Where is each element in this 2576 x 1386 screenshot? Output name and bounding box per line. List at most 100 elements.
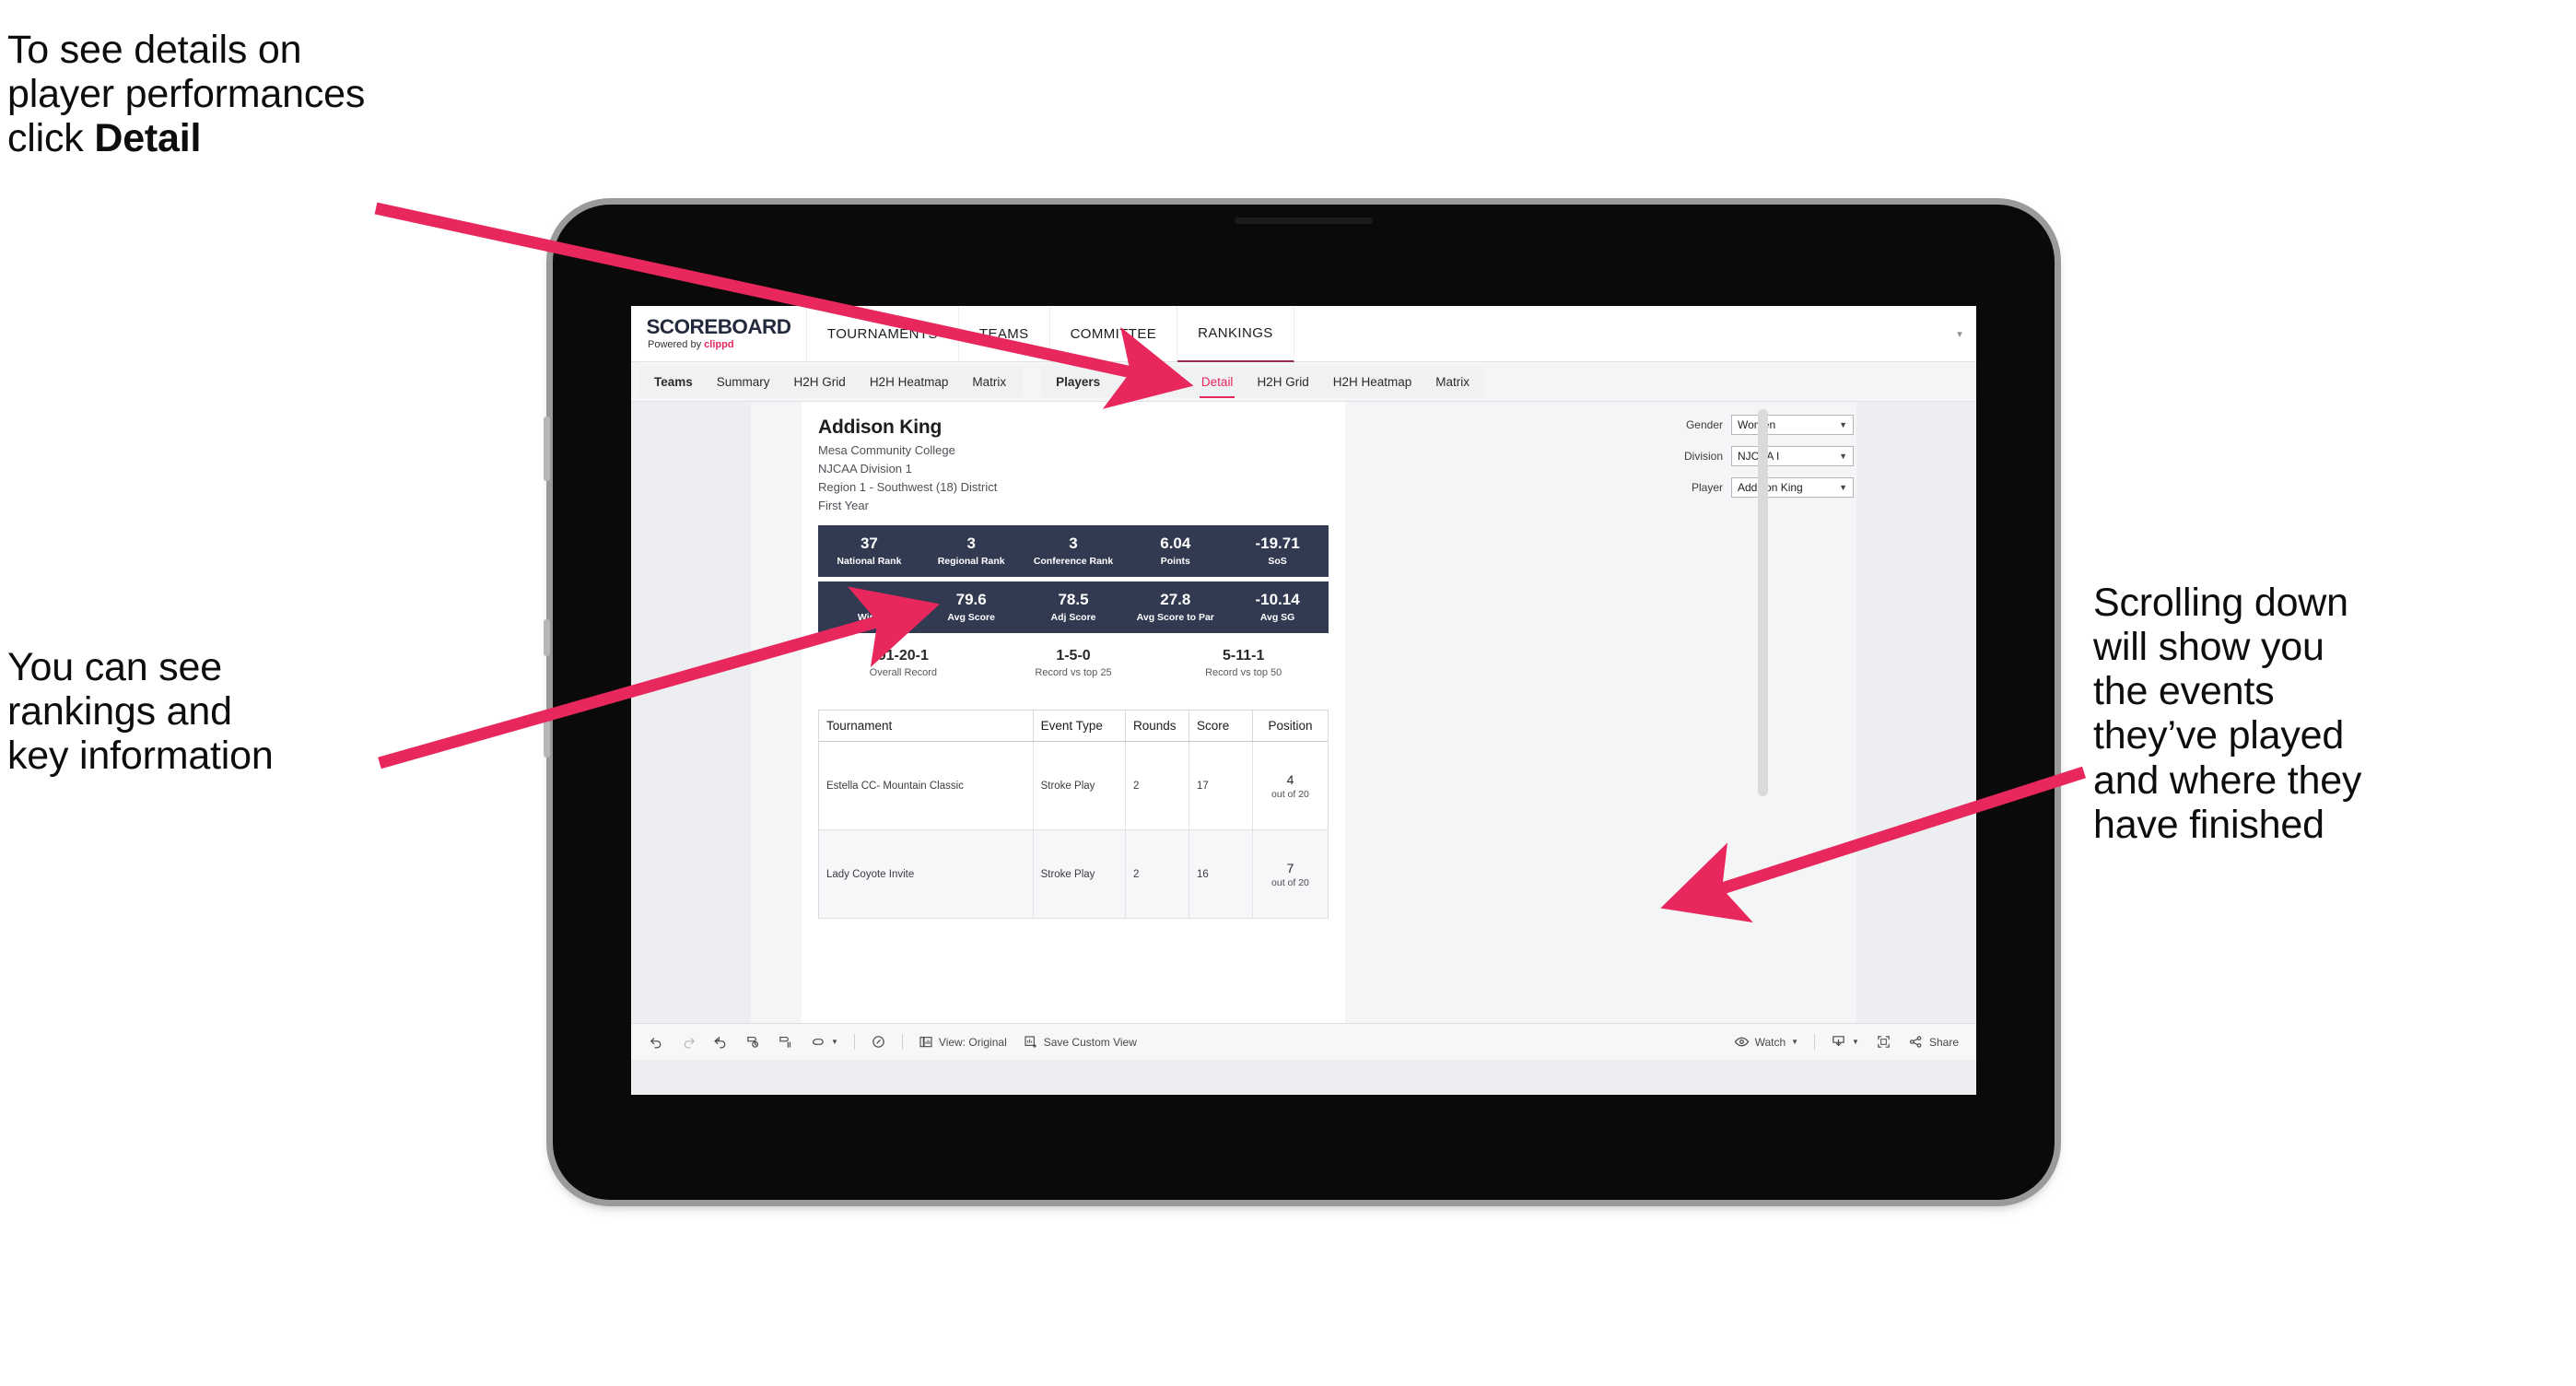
- revert-button[interactable]: [705, 1029, 737, 1055]
- cell-event-type: Stroke Play: [1033, 829, 1126, 920]
- nav-item-committee[interactable]: COMMITTEE: [1050, 306, 1178, 361]
- watch-button[interactable]: Watch ▼: [1726, 1029, 1807, 1055]
- stat-adj-score-label: Adj Score: [1050, 611, 1096, 623]
- filter-division-label: Division: [1683, 450, 1723, 463]
- cell-tournament: Lady Coyote Invite: [819, 829, 1034, 920]
- tab-group-players: Players Summary Detail H2H Grid H2H Heat…: [1040, 366, 1485, 398]
- stat-avg-score: 79.6 Avg Score: [920, 591, 1023, 622]
- cell-position: 4 out of 20: [1252, 741, 1328, 831]
- stat-wins: 0 Wins: [818, 591, 920, 623]
- stats-row-secondary: 0 Wins 79.6 Avg Score 78.5 Adj Score 27.8 Av…: [818, 581, 1329, 633]
- player-region: Region 1 - Southwest (18) District: [818, 480, 998, 494]
- app-logo[interactable]: SCOREBOARD Powered by clippd: [631, 306, 807, 361]
- save-custom-view-button[interactable]: Save Custom View: [1015, 1029, 1145, 1055]
- table-row[interactable]: Estella CC- Mountain Classic Stroke Play…: [819, 741, 1328, 831]
- record-top25-label: Record vs top 25: [1035, 667, 1112, 679]
- stat-regional-rank-label: Regional Rank: [937, 555, 1005, 567]
- tab-players-matrix[interactable]: Matrix: [1423, 366, 1481, 397]
- filter-division-select[interactable]: NJCAA I ▼: [1731, 446, 1854, 466]
- record-top25: 1-5-0 Record vs top 25: [989, 648, 1159, 678]
- annotation-left-line3: key information: [7, 734, 274, 779]
- filter-gender-select[interactable]: Women ▼: [1731, 415, 1854, 435]
- column-header-tournament[interactable]: Tournament: [819, 711, 1034, 743]
- tab-players-matrix-label: Matrix: [1435, 374, 1469, 389]
- tab-teams[interactable]: Teams: [642, 366, 705, 397]
- nav-item-tournaments[interactable]: TOURNAMENTS: [807, 306, 959, 361]
- tab-players-h2h-grid[interactable]: H2H Grid: [1245, 366, 1320, 397]
- record-overall: 91-20-1 Overall Record: [818, 648, 989, 678]
- column-header-event-type[interactable]: Event Type: [1033, 711, 1126, 743]
- annotation-top-left-line1: To see details on: [7, 28, 302, 72]
- filter-player-select[interactable]: Addison King ▼: [1731, 477, 1854, 498]
- viz-container: Addison King Mesa Community College NJCA…: [751, 402, 1856, 1060]
- tab-players-detail[interactable]: Detail: [1189, 366, 1246, 398]
- stat-points: 6.04 Points: [1124, 534, 1226, 567]
- toolbar-divider: [1814, 1034, 1816, 1050]
- logo-powered-by: Powered by clippd: [648, 340, 790, 350]
- tablet-volume-up-button: [544, 619, 550, 656]
- stat-points-label: Points: [1160, 555, 1190, 567]
- vertical-scrollbar[interactable]: [1758, 409, 1768, 796]
- stat-wins-label: Wins: [857, 611, 881, 623]
- stat-wins-value: 0: [864, 591, 874, 609]
- tab-players[interactable]: Players: [1044, 366, 1112, 397]
- page-title: Addison King: [818, 417, 943, 438]
- annotation-right-line5: and where they: [2093, 758, 2362, 803]
- filter-gender-label: Gender: [1685, 418, 1723, 431]
- table-row[interactable]: Lady Coyote Invite Stroke Play 2 16 7 ou…: [819, 829, 1328, 920]
- cell-position-outof: out of 20: [1271, 876, 1309, 888]
- record-top25-value: 1-5-0: [1056, 648, 1091, 664]
- cell-rounds: 2: [1125, 741, 1189, 831]
- stat-sos-label: SoS: [1268, 555, 1287, 567]
- tablet-screen: SCOREBOARD Powered by clippd TOURNAMENTS…: [631, 306, 1976, 1095]
- column-header-position[interactable]: Position: [1252, 711, 1328, 743]
- player-school: Mesa Community College: [818, 443, 955, 457]
- annotation-right-line1: Scrolling down: [2093, 581, 2348, 625]
- nav-item-teams[interactable]: TEAMS: [959, 306, 1050, 361]
- viz-toolbar: ▼ View: Original Save Custom View Watch …: [631, 1023, 1976, 1060]
- dashboard-region-button[interactable]: [862, 1029, 895, 1055]
- column-header-score[interactable]: Score: [1188, 711, 1253, 743]
- logo-brand-clippd: clippd: [704, 339, 734, 350]
- redo-button[interactable]: [673, 1029, 705, 1055]
- undo-button[interactable]: [640, 1029, 673, 1055]
- column-header-rounds[interactable]: Rounds: [1125, 711, 1189, 743]
- download-button[interactable]: ▼: [1822, 1029, 1868, 1055]
- annotation-right: Scrolling down will show you the events …: [2093, 581, 2563, 847]
- view-original-button[interactable]: View: Original: [910, 1029, 1015, 1055]
- tab-players-h2h-heatmap[interactable]: H2H Heatmap: [1321, 366, 1424, 397]
- tab-players-summary[interactable]: Summary: [1112, 366, 1189, 397]
- tab-teams-summary[interactable]: Summary: [705, 366, 782, 397]
- records-row: 91-20-1 Overall Record 1-5-0 Record vs top…: [818, 648, 1329, 678]
- share-label: Share: [1928, 1035, 1959, 1049]
- logo-powered-prefix: Powered by: [648, 339, 705, 350]
- filter-player: Player Addison King ▼: [1356, 477, 1854, 498]
- record-top50-label: Record vs top 50: [1205, 667, 1282, 679]
- annotation-right-line4: they’ve played: [2093, 713, 2345, 758]
- tab-teams-h2h-heatmap-label: H2H Heatmap: [869, 374, 949, 389]
- pause-button[interactable]: [769, 1029, 802, 1055]
- viz-content-panel: Addison King Mesa Community College NJCA…: [802, 402, 1854, 1060]
- refresh-button[interactable]: [737, 1029, 769, 1055]
- record-overall-value: 91-20-1: [877, 648, 929, 664]
- tab-teams-h2h-grid[interactable]: H2H Grid: [782, 366, 858, 397]
- annotation-top-left-line2: player performances: [7, 72, 366, 117]
- stat-national-rank-label: National Rank: [837, 555, 902, 567]
- tab-teams-matrix[interactable]: Matrix: [960, 366, 1018, 397]
- share-button[interactable]: Share: [1900, 1029, 1967, 1055]
- app-header: SCOREBOARD Powered by clippd TOURNAMENTS…: [631, 306, 1976, 362]
- fullscreen-button[interactable]: [1868, 1029, 1900, 1055]
- nav-item-teams-label: TEAMS: [978, 325, 1029, 342]
- table-header-row: Tournament Event Type Rounds Score Posit…: [819, 711, 1328, 743]
- chevron-down-icon[interactable]: ▾: [1943, 306, 1976, 361]
- share-view-dropdown[interactable]: ▼: [802, 1029, 847, 1055]
- tab-teams-matrix-label: Matrix: [972, 374, 1007, 389]
- stat-conference-rank-label: Conference Rank: [1033, 555, 1114, 567]
- tab-teams-h2h-heatmap[interactable]: H2H Heatmap: [858, 366, 961, 397]
- toolbar-divider: [853, 1034, 855, 1050]
- stat-sos: -19.71 SoS: [1226, 534, 1329, 567]
- tablet-power-button: [544, 417, 550, 481]
- nav-item-rankings[interactable]: RANKINGS: [1177, 306, 1294, 362]
- annotation-right-line2: will show you: [2093, 625, 2324, 670]
- cell-rounds: 2: [1125, 829, 1189, 920]
